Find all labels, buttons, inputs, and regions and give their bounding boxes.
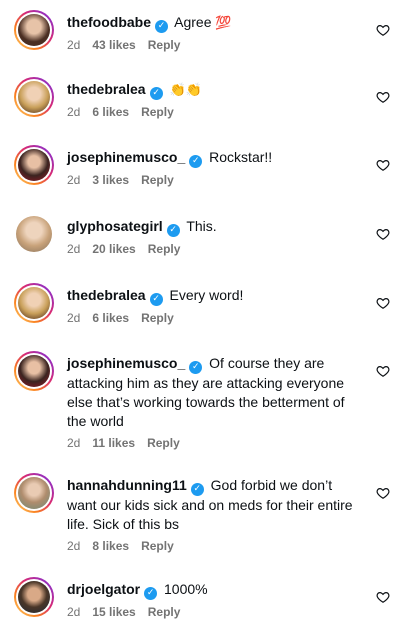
verified-badge-icon: ✓ bbox=[189, 361, 203, 374]
heart-outline-icon[interactable] bbox=[376, 90, 390, 104]
reply-button[interactable]: Reply bbox=[147, 436, 180, 450]
heart-outline-icon[interactable] bbox=[376, 590, 390, 604]
heart-outline-icon[interactable] bbox=[376, 364, 390, 378]
reply-button[interactable]: Reply bbox=[148, 242, 181, 256]
reply-button[interactable]: Reply bbox=[141, 105, 174, 119]
comment-username[interactable]: drjoelgator bbox=[67, 581, 140, 597]
heart-outline-icon[interactable] bbox=[376, 296, 390, 310]
avatar[interactable] bbox=[14, 283, 54, 323]
verified-badge-icon: ✓ bbox=[149, 87, 163, 100]
heart-outline-icon[interactable] bbox=[376, 486, 390, 500]
verified-badge-icon: ✓ bbox=[144, 587, 158, 600]
comment-time: 2d bbox=[67, 105, 81, 119]
comment-body: Agree bbox=[174, 14, 212, 30]
verified-badge-icon: ✓ bbox=[155, 20, 168, 33]
comment-time: 2d bbox=[67, 436, 81, 450]
comment-time: 2d bbox=[67, 173, 81, 187]
comment-body: 1000% bbox=[164, 581, 208, 597]
comment-body: Rockstar!! bbox=[209, 149, 273, 165]
comment-likes[interactable]: 20 likes bbox=[92, 242, 135, 256]
comment-username[interactable]: thefoodbabe bbox=[67, 14, 151, 30]
comment-body: Every word! bbox=[169, 287, 244, 303]
comment-meta: 2d 15 likes Reply bbox=[67, 605, 367, 619]
clapping-hands-emoji: 👏👏 bbox=[169, 83, 202, 98]
comment-meta: 2d 11 likes Reply bbox=[67, 436, 357, 450]
comment-text: josephinemusco_ ✓ Of course they are atta… bbox=[67, 354, 357, 431]
reply-button[interactable]: Reply bbox=[148, 605, 181, 619]
reply-button[interactable]: Reply bbox=[141, 173, 174, 187]
comment-text: thedebralea ✓ Every word! bbox=[67, 286, 367, 306]
heart-outline-icon[interactable] bbox=[376, 158, 390, 172]
comment-time: 2d bbox=[67, 539, 81, 553]
comment-time: 2d bbox=[67, 38, 81, 52]
comment-meta: 2d 43 likes Reply bbox=[67, 38, 367, 52]
comment-username[interactable]: thedebralea bbox=[67, 287, 146, 303]
comment-likes[interactable]: 3 likes bbox=[92, 173, 129, 187]
comment-username[interactable]: josephinemusco_ bbox=[67, 149, 185, 165]
verified-badge-icon: ✓ bbox=[149, 293, 163, 306]
comment-text: josephinemusco_ ✓ Rockstar!! bbox=[67, 148, 367, 168]
verified-badge-icon: ✓ bbox=[166, 224, 180, 237]
comment-meta: 2d 8 likes Reply bbox=[67, 539, 357, 553]
comment-username[interactable]: josephinemusco_ bbox=[67, 355, 185, 371]
comment-meta: 2d 6 likes Reply bbox=[67, 311, 367, 325]
verified-badge-icon: ✓ bbox=[189, 155, 203, 168]
heart-outline-icon[interactable] bbox=[376, 23, 390, 37]
comment-username[interactable]: glyphosategirl bbox=[67, 218, 163, 234]
comment-text: thefoodbabe ✓ Agree 💯 bbox=[67, 13, 367, 33]
avatar[interactable] bbox=[14, 577, 54, 617]
comment-time: 2d bbox=[67, 311, 81, 325]
comment-likes[interactable]: 11 likes bbox=[92, 436, 135, 450]
avatar[interactable] bbox=[14, 214, 54, 254]
avatar[interactable] bbox=[14, 10, 54, 50]
comment-text: thedebralea ✓ 👏👏 bbox=[67, 80, 367, 100]
comment-likes[interactable]: 8 likes bbox=[92, 539, 129, 553]
comment-meta: 2d 20 likes Reply bbox=[67, 242, 367, 256]
avatar[interactable] bbox=[14, 145, 54, 185]
comment-text: glyphosategirl ✓ This. bbox=[67, 217, 367, 237]
hundred-points-emoji: 💯 bbox=[215, 16, 232, 31]
comment-likes[interactable]: 6 likes bbox=[92, 311, 129, 325]
comment-time: 2d bbox=[67, 605, 81, 619]
avatar[interactable] bbox=[14, 77, 54, 117]
verified-badge-icon: ✓ bbox=[190, 483, 204, 496]
comment-likes[interactable]: 6 likes bbox=[92, 105, 129, 119]
comment-meta: 2d 6 likes Reply bbox=[67, 105, 367, 119]
comment-body: This. bbox=[186, 218, 217, 234]
heart-outline-icon[interactable] bbox=[376, 227, 390, 241]
comment-text: hannahdunning11 ✓ God forbid we don’t wan… bbox=[67, 476, 357, 534]
comment-username[interactable]: thedebralea bbox=[67, 81, 146, 97]
comment-username[interactable]: hannahdunning11 bbox=[67, 477, 187, 493]
reply-button[interactable]: Reply bbox=[141, 539, 174, 553]
avatar[interactable] bbox=[14, 351, 54, 391]
comment-text: drjoelgator ✓ 1000% bbox=[67, 580, 367, 600]
comment-likes[interactable]: 15 likes bbox=[92, 605, 135, 619]
reply-button[interactable]: Reply bbox=[148, 38, 181, 52]
comment-meta: 2d 3 likes Reply bbox=[67, 173, 367, 187]
avatar[interactable] bbox=[14, 473, 54, 513]
reply-button[interactable]: Reply bbox=[141, 311, 174, 325]
comment-time: 2d bbox=[67, 242, 81, 256]
comment-likes[interactable]: 43 likes bbox=[92, 38, 135, 52]
